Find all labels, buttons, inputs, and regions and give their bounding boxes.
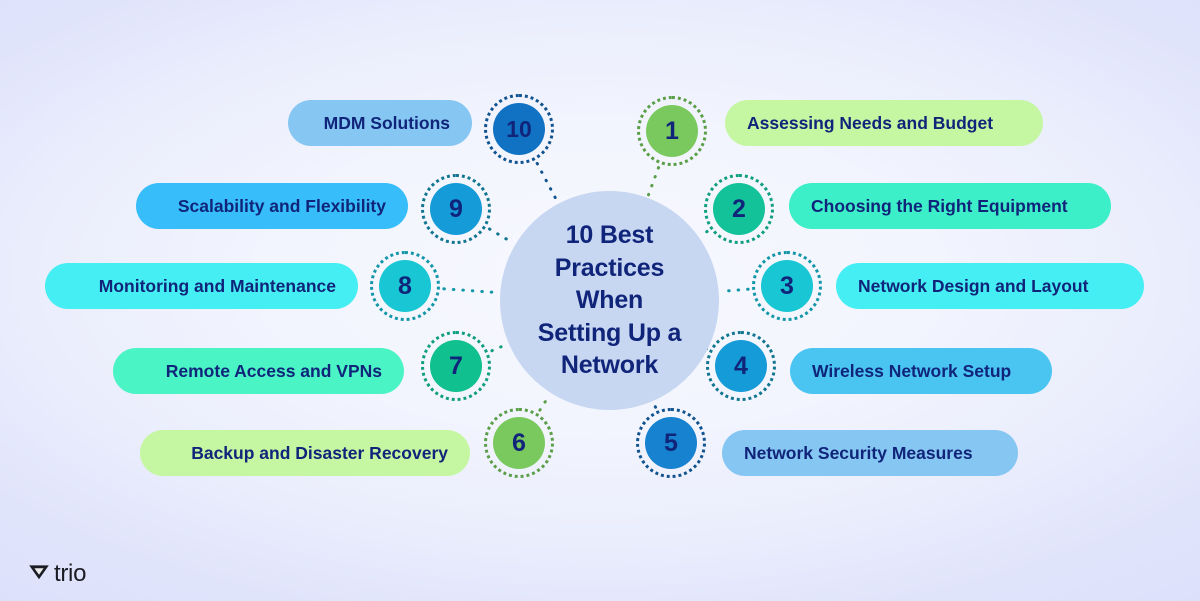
step-label-10[interactable]: MDM Solutions — [288, 100, 472, 146]
step-badge-9[interactable]: 9 — [430, 183, 482, 235]
step-badge-5[interactable]: 5 — [645, 417, 697, 469]
step-badge-10[interactable]: 10 — [493, 103, 545, 155]
step-badge-6[interactable]: 6 — [493, 417, 545, 469]
connector-line-5 — [652, 401, 657, 409]
step-badge-4[interactable]: 4 — [715, 340, 767, 392]
center-hub: 10 Best Practices When Setting Up a Netw… — [500, 191, 719, 410]
brand-logo: trio — [26, 558, 86, 589]
triangle-logo-mark-icon — [26, 558, 52, 589]
step-label-2[interactable]: Choosing the Right Equipment — [789, 183, 1111, 229]
connector-line-10 — [535, 162, 559, 204]
connector-line-1 — [646, 166, 660, 198]
step-badge-7[interactable]: 7 — [430, 340, 482, 392]
step-label-5[interactable]: Network Security Measures — [722, 430, 1018, 476]
connector-line-3 — [719, 287, 750, 293]
step-badge-2[interactable]: 2 — [713, 183, 765, 235]
infographic-canvas: 10 Best Practices When Setting Up a Netw… — [0, 0, 1200, 601]
connector-line-9 — [488, 227, 516, 245]
logo-wordmark: trio — [54, 559, 87, 587]
step-label-9[interactable]: Scalability and Flexibility — [136, 183, 408, 229]
step-badge-8[interactable]: 8 — [379, 260, 431, 312]
connector-line-6 — [538, 393, 552, 412]
connector-line-7 — [490, 342, 509, 353]
step-label-4[interactable]: Wireless Network Setup — [790, 348, 1052, 394]
step-label-3[interactable]: Network Design and Layout — [836, 263, 1144, 309]
step-badge-3[interactable]: 3 — [761, 260, 813, 312]
step-badge-1[interactable]: 1 — [646, 105, 698, 157]
step-label-6[interactable]: Backup and Disaster Recovery — [140, 430, 470, 476]
step-label-7[interactable]: Remote Access and VPNs — [113, 348, 404, 394]
step-label-1[interactable]: Assessing Needs and Budget — [725, 100, 1043, 146]
connector-line-2 — [699, 230, 709, 238]
center-hub-title: 10 Best Practices When Setting Up a Netw… — [537, 221, 682, 380]
step-label-8[interactable]: Monitoring and Maintenance — [45, 263, 358, 309]
connector-line-8 — [442, 287, 500, 295]
